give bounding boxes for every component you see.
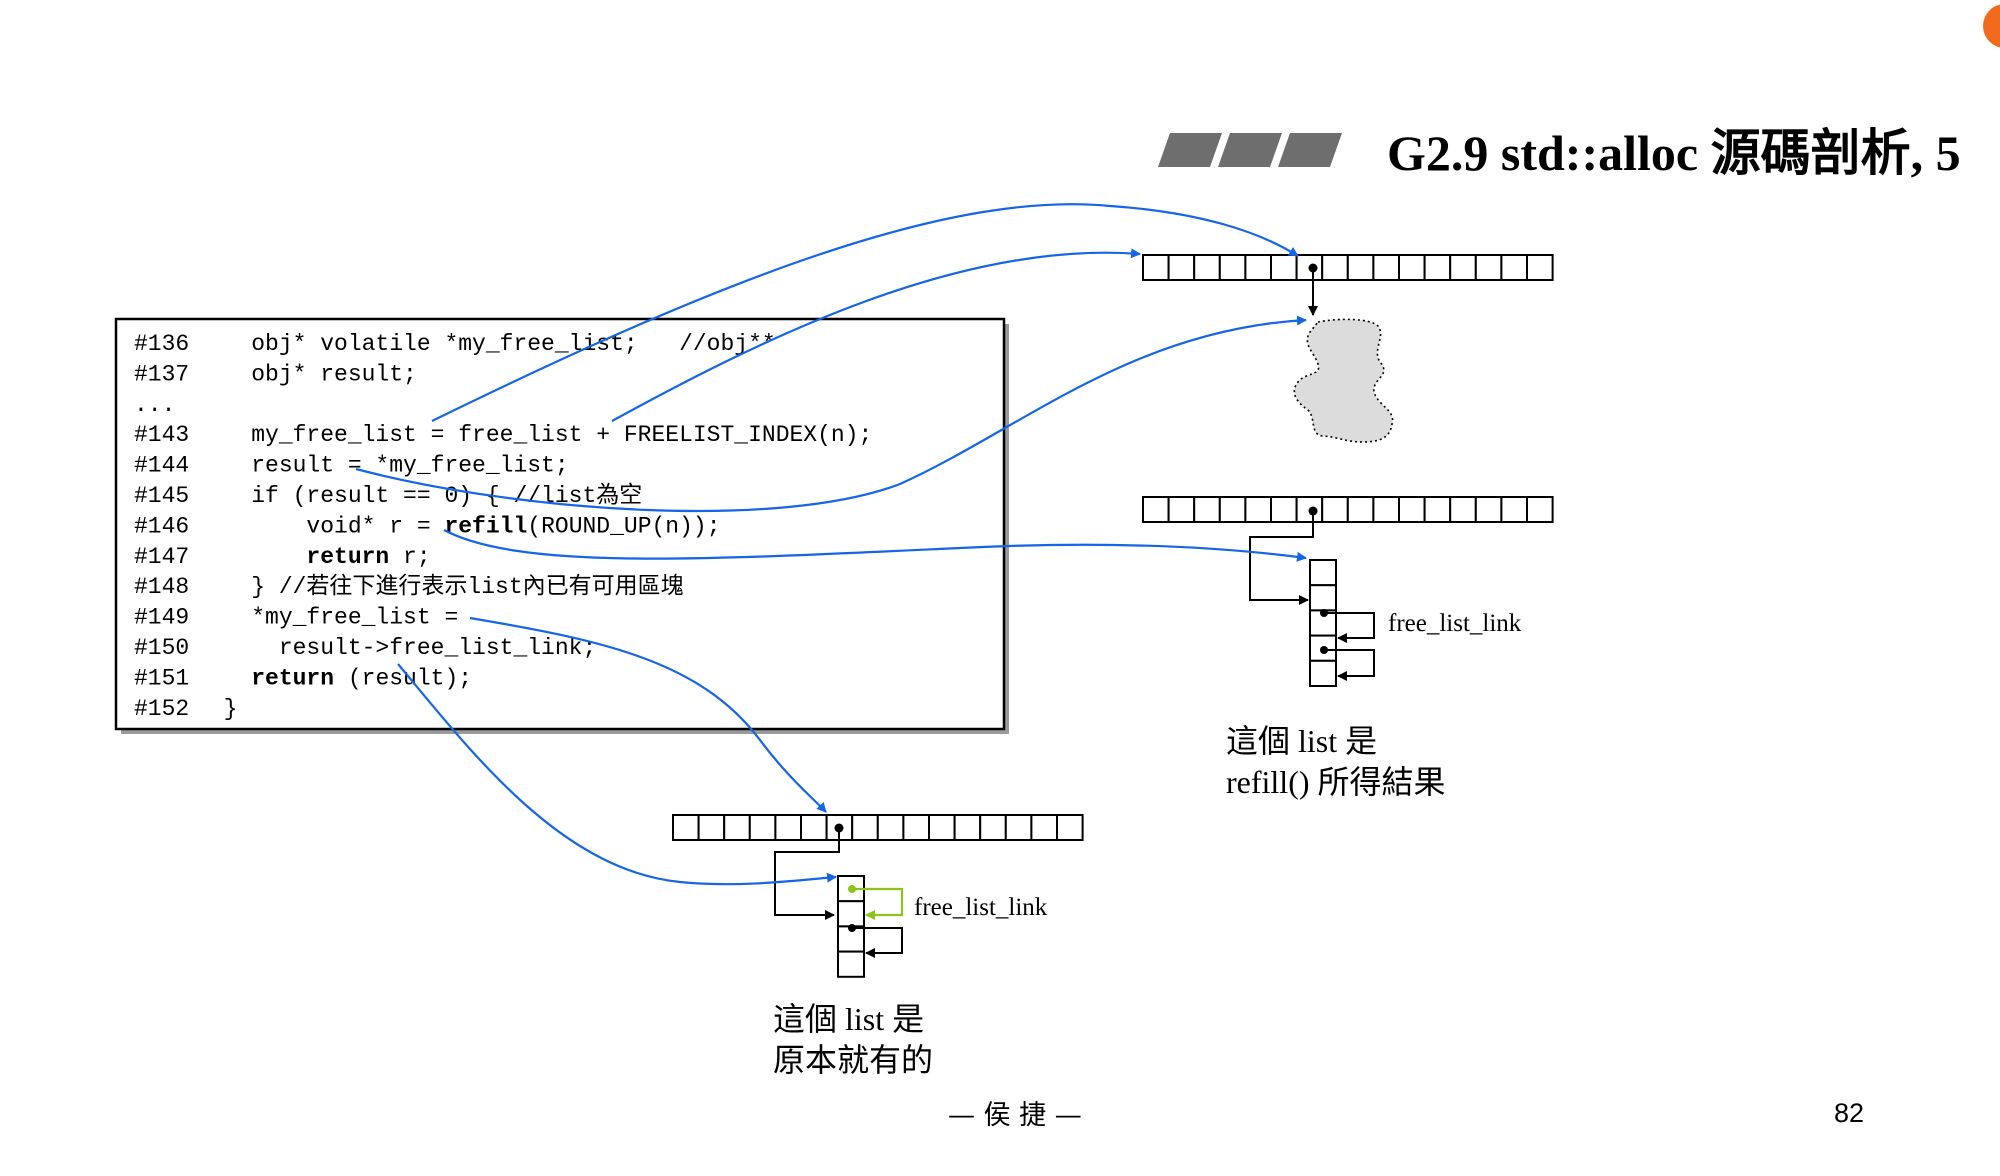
author-footer: — 侯 捷 — — [948, 1100, 1082, 1131]
array-cell — [723, 814, 751, 841]
code-fragment: r; — [389, 544, 430, 570]
array-cell — [774, 814, 803, 841]
code-fragment: void* r = — [196, 513, 444, 539]
code-fragment — [196, 665, 251, 691]
caption-bottom-line2: 原本就有的 — [773, 1042, 933, 1078]
code-line-number: #150 — [134, 635, 189, 661]
code-line-text: obj* result; — [196, 361, 417, 387]
array-cell — [1244, 496, 1273, 523]
array-cell — [1056, 814, 1084, 841]
array-cell — [1346, 254, 1375, 281]
array-cell — [1526, 496, 1554, 523]
code-line-text: result->free_list_link; — [196, 635, 596, 661]
array-cell — [800, 814, 828, 841]
array-cell — [1474, 496, 1503, 523]
title-bars-icon — [1158, 133, 1342, 167]
free-list-link-label-bottom: free_list_link — [914, 894, 1048, 921]
array-cell — [953, 814, 982, 841]
free-list-link-label-right: free_list_link — [1388, 610, 1522, 637]
array-cell — [672, 814, 700, 841]
list-block — [837, 900, 865, 928]
refill-list-blocks — [1309, 559, 1337, 687]
caption-bottom-line1: 這個 list 是 — [773, 1001, 924, 1037]
array-cell — [1398, 496, 1426, 523]
array-cell — [1423, 496, 1452, 523]
array-cell — [748, 814, 777, 841]
code-line-text: *my_free_list = — [196, 605, 458, 631]
array-cell — [1372, 496, 1401, 523]
code-fragment — [196, 544, 306, 570]
code-line-number: #146 — [134, 513, 189, 539]
array-cell — [1321, 496, 1349, 523]
array-cell — [1321, 254, 1349, 281]
code-line-number: #137 — [134, 361, 189, 387]
page-number: 82 — [1834, 1098, 1864, 1128]
array-cell — [1218, 496, 1247, 523]
list-block — [1309, 659, 1337, 687]
array-cell — [928, 814, 956, 841]
code-line-number: #152 — [134, 696, 189, 722]
list-block — [1309, 559, 1337, 587]
code-line-number: #148 — [134, 574, 189, 600]
slide-canvas: G2.9 std::alloc 源碼剖析, 5 #136 obj* volati… — [114, 4, 2000, 1131]
array-bot-pointer-line — [774, 828, 840, 920]
code-line-number: #144 — [134, 453, 189, 479]
free-list-array-bottom — [672, 814, 1084, 841]
array-cell — [902, 814, 931, 841]
code-line-text: } — [196, 696, 237, 722]
array-cell — [1449, 254, 1477, 281]
array-cell — [979, 814, 1007, 841]
code-keyword: return — [251, 665, 334, 691]
caption-right-line2: refill() 所得結果 — [1226, 764, 1446, 800]
list-block — [837, 950, 865, 978]
code-fragment: (ROUND_UP(n)); — [527, 513, 720, 539]
code-line-text: } //若往下進行表示list內已有可用區塊 — [196, 573, 684, 600]
array-cell — [1244, 254, 1273, 281]
array-cell — [1346, 496, 1375, 523]
code-line-text: my_free_list = free_list + FREELIST_INDE… — [196, 422, 872, 448]
array-cell — [1270, 254, 1298, 281]
free-list-array-top — [1142, 254, 1554, 281]
array-cell — [1218, 254, 1247, 281]
array-cell — [1500, 496, 1529, 523]
memory-chunk-blob — [1293, 318, 1394, 443]
caption-right-line1: 這個 list 是 — [1226, 723, 1377, 759]
code-line-number: #151 — [134, 665, 189, 691]
array-cell — [1004, 814, 1033, 841]
list-block — [1309, 584, 1337, 612]
code-line-number: ... — [134, 392, 175, 418]
array-cell — [851, 814, 879, 841]
code-line-number: #143 — [134, 422, 189, 448]
code-line-number: #147 — [134, 544, 189, 570]
array-cell — [1270, 496, 1298, 523]
code-keyword: return — [306, 544, 389, 570]
array-cell — [876, 814, 905, 841]
array-cell — [1423, 254, 1452, 281]
code-line-text: return (result); — [196, 665, 472, 691]
slide-title: G2.9 std::alloc 源碼剖析, 5 — [1387, 125, 1961, 181]
code-line-text: obj* volatile *my_free_list; //obj** — [196, 331, 776, 357]
code-line-number: #149 — [134, 605, 189, 631]
free-list-array-middle — [1142, 496, 1554, 523]
array-cell — [1526, 254, 1554, 281]
array-cell — [1167, 496, 1196, 523]
code-line-text: return r; — [196, 544, 431, 570]
array-cell — [697, 814, 726, 841]
array-cell — [1030, 814, 1059, 841]
code-line-number: #136 — [134, 331, 189, 357]
array-cell — [1193, 496, 1221, 523]
array-cell — [1372, 254, 1401, 281]
array-cell — [1193, 254, 1221, 281]
array-cell — [1474, 254, 1503, 281]
array-cell — [1142, 254, 1170, 281]
array-cell — [1398, 254, 1426, 281]
orange-badge-icon — [1983, 4, 2000, 48]
code-line-number: #145 — [134, 483, 189, 509]
array-cell — [1142, 496, 1170, 523]
array-cell — [1167, 254, 1196, 281]
array-cell — [1449, 496, 1477, 523]
array-cell — [1500, 254, 1529, 281]
